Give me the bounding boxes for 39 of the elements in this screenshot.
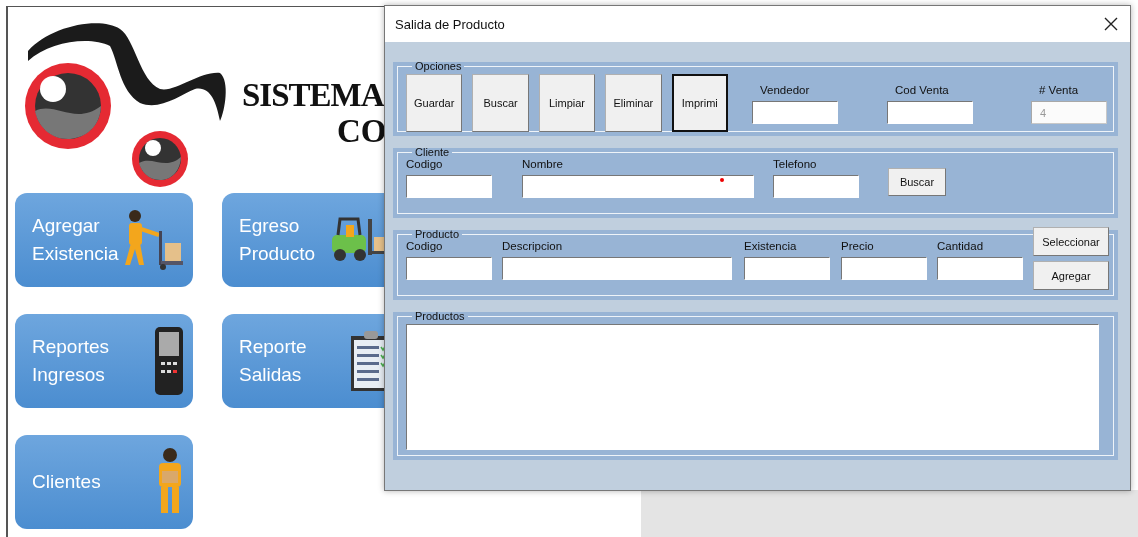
action-button[interactable]: Imprimi bbox=[671, 74, 728, 132]
action-button[interactable]: Limpiar bbox=[538, 74, 596, 132]
logo-subtitle: CO bbox=[337, 113, 387, 149]
field-label: Nombre bbox=[522, 158, 564, 172]
scanner-icon bbox=[153, 326, 185, 396]
input-field[interactable] bbox=[887, 101, 973, 124]
action-button[interactable]: Buscar bbox=[472, 74, 529, 132]
input-field[interactable] bbox=[937, 257, 1023, 280]
panel-legend: Cliente bbox=[412, 146, 453, 158]
field-label: Codigo bbox=[406, 158, 444, 172]
input-field[interactable] bbox=[752, 101, 838, 124]
field-label: Cantidad bbox=[937, 240, 985, 254]
close-icon[interactable] bbox=[1104, 17, 1118, 31]
action-button[interactable]: Guardar bbox=[406, 74, 463, 132]
input-field[interactable] bbox=[406, 175, 492, 198]
input-field[interactable] bbox=[841, 257, 927, 280]
panel-legend: Productos bbox=[412, 310, 468, 322]
select-button[interactable]: Seleccionar bbox=[1033, 227, 1109, 256]
logo-title: SISTEMA bbox=[242, 77, 385, 113]
field-label: Telefono bbox=[773, 158, 818, 172]
panel-legend: Producto bbox=[412, 228, 463, 240]
marker-dot bbox=[720, 178, 724, 182]
field-label: # Venta bbox=[1039, 84, 1080, 98]
panel-legend: Opciones bbox=[412, 60, 465, 72]
field-label: Vendedor bbox=[760, 84, 811, 98]
field-label: Precio bbox=[841, 240, 875, 254]
field-label: Descripcion bbox=[502, 240, 564, 254]
input-field[interactable] bbox=[522, 175, 754, 198]
input-field[interactable] bbox=[773, 175, 859, 198]
field-label: Existencia bbox=[744, 240, 798, 254]
add-button[interactable]: Agregar bbox=[1033, 261, 1109, 290]
field-label: Codigo bbox=[406, 240, 444, 254]
input-field[interactable] bbox=[502, 257, 732, 280]
input-field[interactable] bbox=[744, 257, 830, 280]
input-field[interactable] bbox=[406, 257, 492, 280]
search-button[interactable]: Buscar bbox=[888, 168, 946, 196]
field-label: Cod Venta bbox=[895, 84, 950, 98]
action-button[interactable]: Eliminar bbox=[605, 74, 662, 132]
window-title: Salida de Producto bbox=[395, 16, 505, 32]
